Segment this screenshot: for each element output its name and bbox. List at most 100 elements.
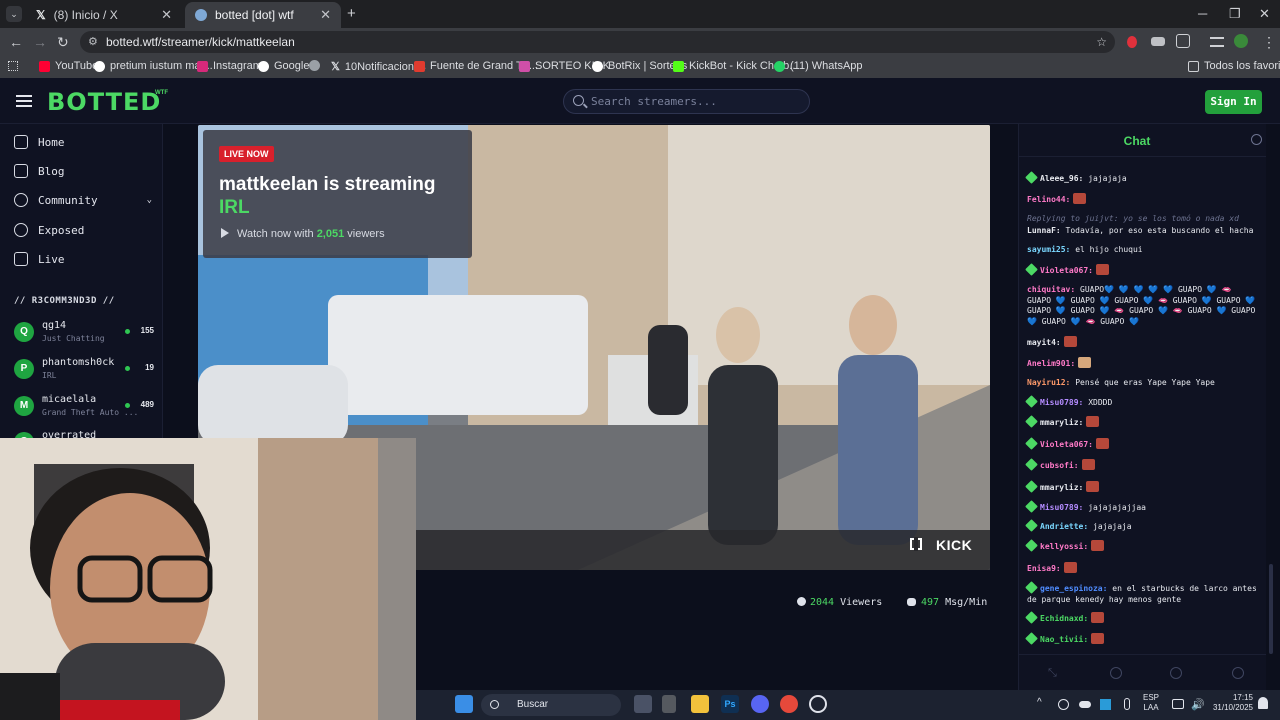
all-favorites[interactable]: Todos los favoritos — [1188, 60, 1280, 72]
restore-icon[interactable]: ❐ — [1229, 6, 1241, 22]
forward-icon[interactable]: → — [33, 34, 47, 50]
kick-logo[interactable]: KICK — [936, 537, 972, 553]
fullscreen-icon[interactable] — [910, 537, 922, 551]
url-field[interactable]: ⚙ botted.wtf/streamer/kick/mattkeelan ☆ — [80, 31, 1115, 53]
chat-message: Enisa9: — [1027, 562, 1259, 575]
reading-list-icon[interactable] — [1210, 37, 1224, 47]
badge-icon — [1025, 581, 1038, 594]
sidebar-item-exposed[interactable]: Exposed — [14, 223, 84, 237]
recommended-item[interactable]: P phantomsh0ck IRL 19 — [14, 357, 154, 391]
extensions-puzzle-icon[interactable] — [1176, 34, 1190, 48]
hide-icon[interactable] — [1110, 667, 1122, 679]
badge-icon — [1025, 395, 1038, 408]
chat-message-list[interactable]: Aleee_96: jajajaja Felino44: Replying to… — [1019, 157, 1267, 653]
minimize-icon[interactable]: ─ — [1198, 6, 1207, 21]
tab-search-button[interactable]: ⌄ — [6, 6, 22, 22]
file-explorer-icon[interactable] — [691, 695, 709, 713]
notification-bell-icon[interactable] — [1258, 697, 1268, 709]
apps-grid-icon[interactable] — [8, 61, 18, 71]
streamer-category: Grand Theft Auto ... — [42, 408, 139, 417]
avatar: M — [14, 396, 34, 416]
chevron-down-icon[interactable]: ⌄ — [147, 195, 152, 205]
live-dot-icon — [125, 403, 130, 408]
chat-message: gene_espinoza: en el starbucks de larco … — [1025, 581, 1259, 605]
chat-message: cubsofi: — [1025, 458, 1259, 472]
sidebar-item-live[interactable]: Live — [14, 252, 65, 266]
system-clock[interactable]: 17:15 31/10/2025 — [1207, 693, 1253, 713]
taskbar-app-icon[interactable] — [809, 695, 827, 713]
new-tab-button[interactable]: + — [347, 5, 356, 22]
bookmark-star-icon[interactable]: ☆ — [1096, 31, 1107, 53]
photoshop-icon[interactable]: Ps — [721, 695, 739, 713]
bookmark-whatsapp[interactable]: (11) WhatsApp — [774, 60, 863, 72]
chat-title: Chat — [1123, 134, 1151, 148]
bookmark-youtube[interactable]: YouTube — [39, 60, 98, 72]
extension-card-icon[interactable] — [1151, 37, 1165, 46]
chrome-icon[interactable] — [780, 695, 798, 713]
gear-icon[interactable] — [1251, 134, 1262, 145]
live-info-card: LIVE NOW mattkeelan is streaming IRL Wat… — [203, 130, 472, 258]
bookmark-notificaciones[interactable]: 𝕏 10Notificaciones — [331, 60, 426, 74]
bookmark-pretium[interactable]: pretium iustum mat... — [94, 60, 213, 72]
chat-message: kellyossi: — [1025, 539, 1259, 553]
watch-now-link[interactable]: Watch now with 2,051 viewers — [221, 228, 385, 240]
tab-inicio-x[interactable]: 𝕏 (8) Inicio / X ✕ — [26, 2, 182, 28]
tab-botted[interactable]: botted [dot] wtf ✕ — [185, 2, 341, 28]
hamburger-menu-icon[interactable] — [16, 95, 32, 107]
task-view-icon[interactable] — [634, 695, 652, 713]
emote-icon — [1095, 264, 1109, 275]
security-icon[interactable] — [1100, 699, 1111, 710]
chat-scrollbar[interactable] — [1266, 124, 1280, 690]
sidebar-item-community[interactable]: Community ⌄ — [14, 193, 152, 207]
back-icon[interactable]: ← — [9, 34, 23, 50]
badge-icon — [1025, 437, 1038, 450]
botted-logo[interactable]: BOTTED — [47, 88, 161, 116]
kickbot-icon — [673, 60, 684, 72]
extension-red-icon[interactable] — [1127, 36, 1137, 48]
recommended-item[interactable]: Q qg14 Just Chatting 155 — [14, 320, 154, 354]
recommended-item[interactable]: O overrated — [14, 430, 154, 438]
emote-icon — [1086, 416, 1100, 427]
bookmark-globe[interactable] — [309, 60, 320, 71]
emote-picker-icon[interactable] — [1170, 667, 1182, 679]
network-icon[interactable] — [1172, 699, 1184, 709]
collapse-icon[interactable]: ⤡ — [1048, 667, 1060, 679]
close-tab-icon[interactable]: ✕ — [161, 7, 172, 23]
onedrive-icon[interactable] — [1079, 701, 1091, 708]
bookmark-google[interactable]: Google — [258, 60, 309, 72]
live-badge: LIVE NOW — [219, 146, 274, 162]
search-icon — [490, 700, 499, 709]
profile-avatar-icon[interactable] — [1234, 34, 1248, 48]
tray-icon[interactable] — [1058, 699, 1069, 710]
taskbar-app-icon[interactable] — [662, 695, 676, 713]
site-info-icon[interactable]: ⚙ — [88, 31, 98, 53]
sign-in-button[interactable]: Sign In — [1205, 90, 1262, 114]
close-window-icon[interactable]: ✕ — [1259, 6, 1270, 22]
streamer-name: qg14 — [42, 320, 67, 331]
recommended-item[interactable]: M micaelala Grand Theft Auto ... 489 — [14, 394, 154, 428]
globe-icon — [309, 60, 320, 71]
discord-icon[interactable] — [751, 695, 769, 713]
reload-icon[interactable]: ↻ — [57, 34, 69, 51]
avatar: P — [14, 359, 34, 379]
microphone-icon[interactable] — [1124, 698, 1130, 710]
bookmark-instagram[interactable]: Instagram — [197, 60, 262, 72]
windows-start-icon[interactable] — [455, 695, 473, 713]
language-indicator[interactable]: ESP LAA — [1143, 693, 1159, 713]
browser-menu-icon[interactable]: ⋮ — [1262, 34, 1276, 51]
chat-message: chiquitav: GUAPO💙 💙 💙 💙 💙 GUAPO 💙 🫦 GUAP… — [1027, 285, 1256, 326]
emote-icon — [1086, 481, 1100, 492]
sidebar-item-home[interactable]: Home — [14, 135, 65, 149]
home-icon — [14, 135, 28, 149]
webcam-overlay — [0, 438, 416, 720]
taskbar-search[interactable]: Buscar — [481, 694, 621, 716]
emote-icon — [1063, 336, 1077, 347]
scrollbar-thumb[interactable] — [1269, 564, 1273, 654]
settings-icon[interactable] — [1232, 667, 1244, 679]
search-input[interactable]: Search streamers... — [563, 89, 810, 114]
url-text: botted.wtf/streamer/kick/mattkeelan — [106, 35, 295, 49]
sidebar-item-blog[interactable]: Blog — [14, 164, 65, 178]
tray-chevron-icon[interactable]: ^ — [1037, 697, 1042, 708]
volume-icon[interactable]: 🔊 — [1191, 698, 1205, 711]
close-tab-icon[interactable]: ✕ — [320, 7, 331, 23]
